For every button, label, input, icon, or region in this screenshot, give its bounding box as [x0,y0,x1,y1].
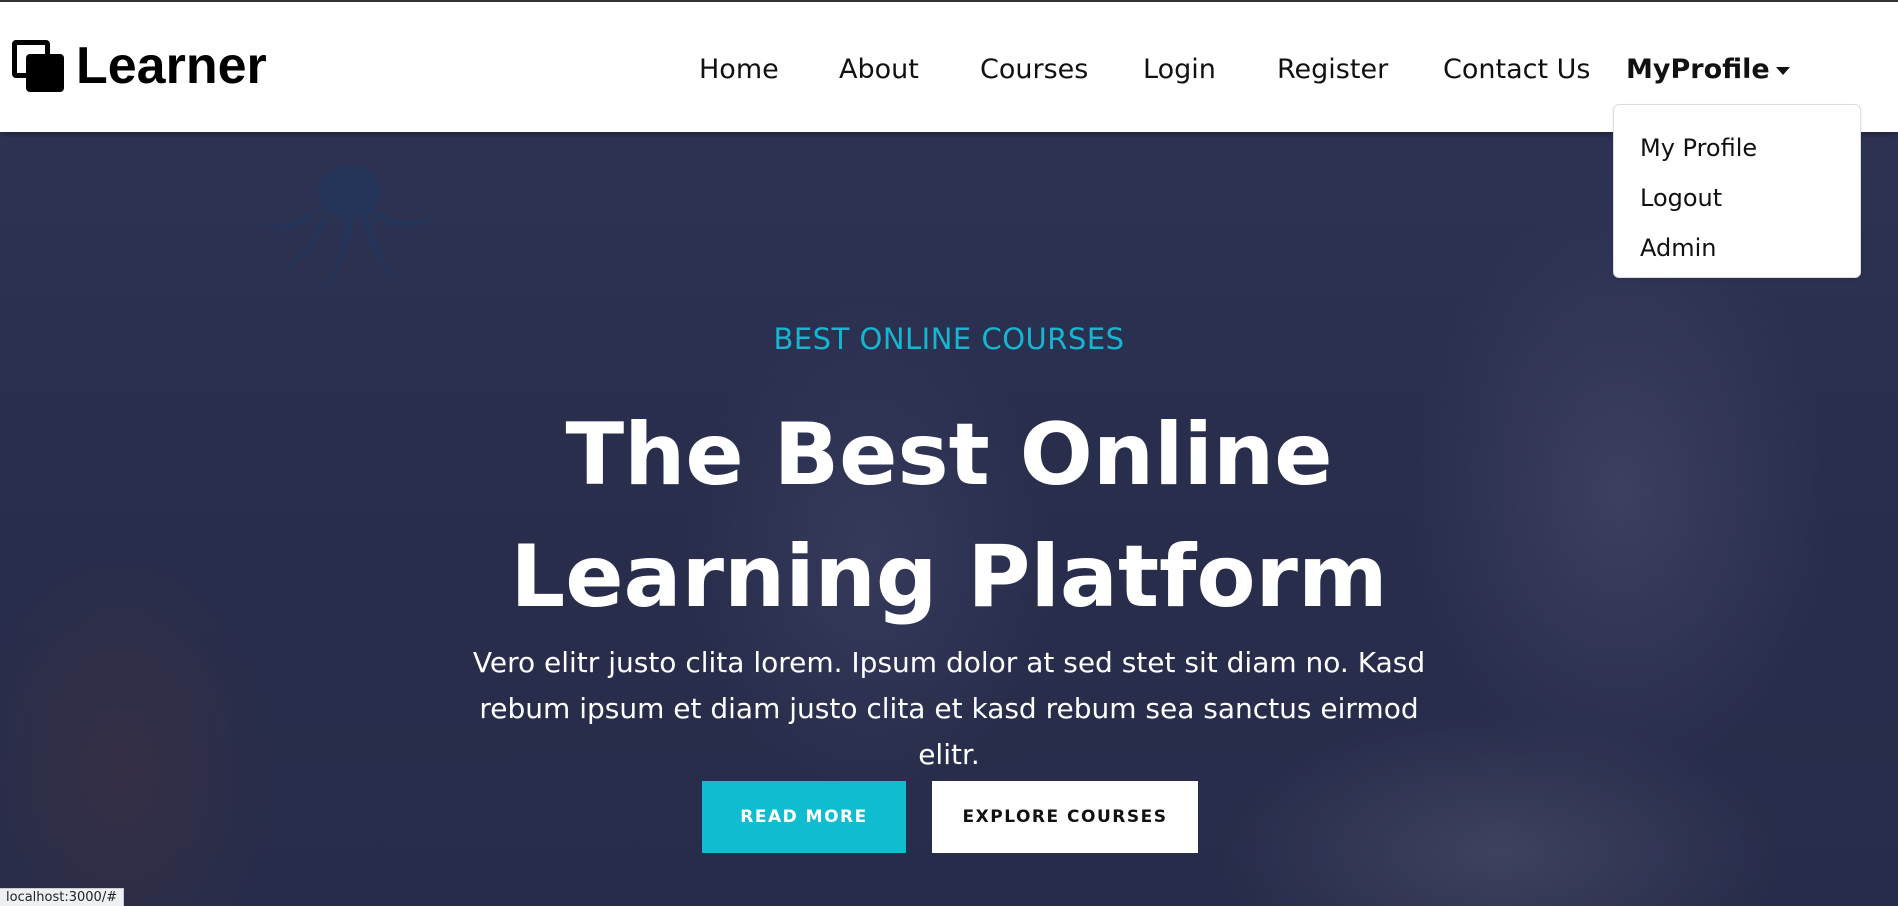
nav-about-link[interactable]: About [839,50,919,90]
hero-subtitle: BEST ONLINE COURSES [773,322,1125,356]
dropdown-item-my-profile[interactable]: My Profile [1614,123,1860,173]
nav-login-link[interactable]: Login [1143,50,1216,90]
nav-courses-link[interactable]: Courses [980,50,1088,90]
browser-status-url: localhost:3000/# [0,888,125,906]
nav-links: Home About Courses Login Register Contac… [0,50,1898,90]
hero-description: Vero elitr justo clita lorem. Ipsum dolo… [472,646,1426,771]
dropdown-item-logout[interactable]: Logout [1614,173,1860,223]
hero-headline-line2: Learning Platform [510,527,1388,627]
nav-contact-link[interactable]: Contact Us [1443,50,1590,90]
hero-headline: The Best Online Learning Platform [0,394,1898,638]
nav-home-link[interactable]: Home [699,50,779,90]
nav-myprofile-toggle[interactable]: MyProfile [1626,50,1790,90]
nav-myprofile-label: MyProfile [1626,54,1770,85]
dropdown-item-admin[interactable]: Admin [1614,223,1860,273]
explore-courses-button[interactable]: EXPLORE COURSES [932,781,1198,853]
read-more-button[interactable]: READ MORE [702,781,906,853]
profile-dropdown-menu: My Profile Logout Admin [1613,104,1861,278]
caret-down-icon [1775,66,1790,75]
hero-headline-line1: The Best Online [565,405,1333,505]
nav-register-link[interactable]: Register [1277,50,1388,90]
